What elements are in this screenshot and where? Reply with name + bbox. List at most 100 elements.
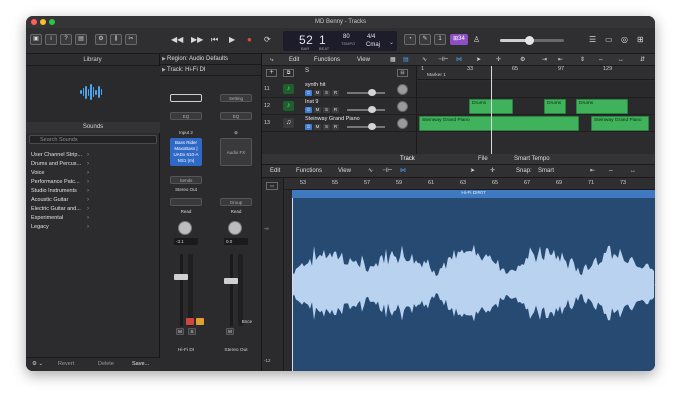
pan-knob[interactable] <box>397 118 408 129</box>
volume-value[interactable]: 0.0 <box>224 238 248 245</box>
eq-slot[interactable]: EQ <box>170 112 202 120</box>
crosshair-tool-icon[interactable]: ✛ <box>490 165 495 178</box>
track-lane[interactable]: Drums Drums Drums <box>417 98 655 115</box>
solo-button[interactable]: S <box>188 328 196 335</box>
playhead[interactable] <box>491 66 492 154</box>
flex-icon[interactable]: ⊣⊢ <box>382 165 392 178</box>
waveform-icon[interactable]: ∿ <box>368 165 373 178</box>
fit-icon[interactable]: ⇔ <box>608 165 614 178</box>
volume-value[interactable]: -3.1 <box>174 238 198 245</box>
flex-icon[interactable]: ⊣⊢ <box>438 54 448 66</box>
editor-functions-menu[interactable]: Functions <box>296 165 322 178</box>
go-to-start-icon[interactable]: ⏮ <box>211 34 218 45</box>
editor-view-menu[interactable]: View <box>338 165 351 178</box>
tracks-ruler[interactable]: 1 33 65 97 129 Marker 1 <box>417 66 655 80</box>
library-item[interactable]: Experimental › <box>29 214 159 223</box>
settings-icon[interactable]: ⚙ <box>520 54 525 66</box>
track-row[interactable]: 13 ♫ Steinway Grand Piano ⏻ M S R <box>262 115 417 132</box>
automation-mode[interactable]: Read <box>220 208 252 216</box>
cycle-icon[interactable]: ⟳ <box>264 34 271 45</box>
track-lane[interactable]: Steinway Grand Piano Steinway Grand Pian… <box>417 115 655 132</box>
pointer-tool-icon[interactable]: ➤ <box>476 54 481 66</box>
waveform-view[interactable] <box>291 198 655 371</box>
minimize-button[interactable] <box>40 19 46 25</box>
bounce-button[interactable]: Bnce <box>220 318 252 326</box>
tuner-icon[interactable]: ◔ <box>404 34 416 45</box>
plugin-slot[interactable]: Bass Rider MaxxBass | UADx 610-A NS1 (m) <box>170 138 202 166</box>
input-monitor-button[interactable] <box>196 318 204 325</box>
zoom-icon[interactable]: ↔ <box>630 165 636 178</box>
help-icon[interactable]: ? <box>60 34 72 45</box>
loop-browser-icon[interactable]: ◎ <box>621 34 628 45</box>
track-row[interactable]: 11 ♪ synth hit ⏻ M S R <box>262 81 417 98</box>
edit-icon[interactable]: ▭ <box>266 182 278 190</box>
list-editors-icon[interactable]: ☰ <box>589 34 596 45</box>
link-icon[interactable]: ⊚ <box>220 129 252 137</box>
waveform-icon[interactable]: ∿ <box>422 54 427 66</box>
volume-fader-track[interactable] <box>180 254 183 326</box>
input-slot[interactable]: Input 2 <box>170 129 202 137</box>
rewind-icon[interactable]: ◀◀ <box>171 34 183 45</box>
tracks-tool-icon[interactable]: ⤷ <box>270 54 273 66</box>
delete-button[interactable]: Delete <box>98 361 114 367</box>
notepad-icon[interactable]: ▭ <box>605 34 613 45</box>
auto-zoom-icon[interactable]: ⇤ <box>590 165 595 178</box>
edit-menu[interactable]: Edit <box>289 54 299 66</box>
setting-slot[interactable]: Setting <box>220 94 252 102</box>
pencil-icon[interactable]: ✎ <box>419 34 431 45</box>
tab-file[interactable]: File <box>478 154 488 165</box>
pan-knob[interactable] <box>397 101 408 112</box>
catch-icon[interactable]: ⋈ <box>456 54 462 66</box>
automation-mode[interactable]: Read <box>170 208 202 216</box>
pan-knob[interactable] <box>397 84 408 95</box>
tab-smart-tempo[interactable]: Smart Tempo <box>514 154 550 165</box>
duplicate-track-icon[interactable]: ⧉ <box>283 69 294 77</box>
record-icon[interactable]: ● <box>247 34 252 45</box>
play-icon[interactable]: ▶ <box>229 34 235 45</box>
group-slot[interactable]: Group <box>220 198 252 206</box>
library-item[interactable]: Acoustic Guitar › <box>29 196 159 205</box>
auto-zoom-icon[interactable]: ⇥ <box>542 54 547 66</box>
catch-icon[interactable]: ⋈ <box>400 165 406 178</box>
region[interactable]: Drums <box>576 99 628 114</box>
region[interactable]: Drums <box>544 99 566 114</box>
pointer-tool-icon[interactable]: ➤ <box>470 165 475 178</box>
setting-slot[interactable] <box>170 94 202 102</box>
smart-controls-icon[interactable]: ⚙ <box>95 34 107 45</box>
search-sounds-input[interactable]: Search Sounds <box>29 135 157 144</box>
library-item[interactable]: Drums and Percus... › <box>29 160 159 169</box>
audio-region-name[interactable]: Hi-Fi DI#07 <box>292 190 655 198</box>
vertical-zoom-icon[interactable]: ⇵ <box>640 54 645 66</box>
lcd-display[interactable]: 52 1 BAR BEAT 80 TEMPO 4/4 Cmaj ⌄ <box>283 31 397 51</box>
zoom-in-icon[interactable]: ⇤ <box>558 54 563 66</box>
fit-vertical-icon[interactable]: ⇕ <box>580 54 585 66</box>
count-in-icon[interactable]: 1 <box>434 34 446 45</box>
track-lane[interactable] <box>417 81 655 98</box>
tab-track[interactable]: Track <box>400 154 415 165</box>
pan-knob[interactable] <box>178 221 192 235</box>
mute-button[interactable]: M <box>176 328 184 335</box>
library-item[interactable]: Electric Guitar and... › <box>29 205 159 214</box>
editors-icon[interactable]: ✂ <box>125 34 137 45</box>
zoom-button[interactable] <box>49 19 55 25</box>
library-item[interactable]: Voice › <box>29 169 159 178</box>
editor-edit-menu[interactable]: Edit <box>270 165 280 178</box>
marker-label[interactable]: Marker 1 <box>427 73 446 78</box>
library-toggle-icon[interactable]: ▣ <box>30 34 42 45</box>
track-row[interactable]: 12 ♪ Inst 9 ⏻ M S R <box>262 98 417 115</box>
region[interactable]: Steinway Grand Piano <box>591 116 649 131</box>
balance-knob[interactable] <box>228 221 242 235</box>
library-item[interactable]: Legacy › <box>29 223 159 232</box>
mute-button[interactable]: M <box>226 328 234 335</box>
save-button[interactable]: Save... <box>132 361 149 367</box>
eq-slot[interactable]: EQ <box>220 112 252 120</box>
group-slot[interactable] <box>170 198 202 206</box>
library-item[interactable]: User Channel Strip... › <box>29 151 159 160</box>
solo-header[interactable]: S <box>305 68 309 74</box>
snap-value[interactable]: Smart <box>538 165 554 178</box>
library-item[interactable]: Performance Patc... › <box>29 178 159 187</box>
fit-horizontal-icon[interactable]: ⇔ <box>598 54 604 66</box>
grid-icon[interactable]: ▦ <box>390 54 396 66</box>
output-slot[interactable]: Stereo Out <box>170 186 202 194</box>
gear-icon[interactable]: ⚙ ⌄ <box>32 361 43 367</box>
